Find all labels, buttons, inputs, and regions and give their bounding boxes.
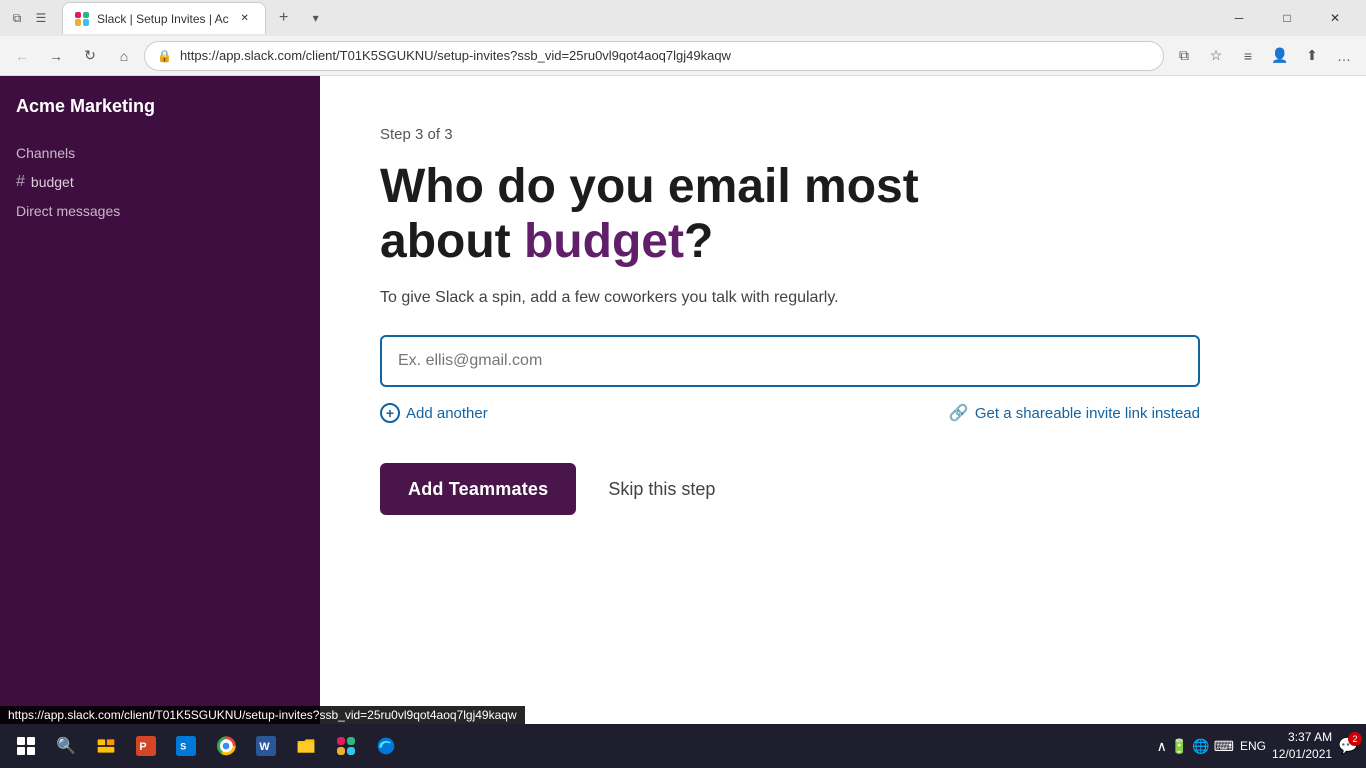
main-content: Step 3 of 3 Who do you email most about …	[320, 76, 1366, 732]
tab-icon-move[interactable]: ☰	[32, 9, 50, 27]
heading-part3: ?	[684, 215, 713, 268]
taskbar-slack-icon[interactable]	[328, 728, 364, 764]
battery-icon: 🔋	[1171, 738, 1188, 755]
start-button[interactable]	[8, 728, 44, 764]
tab-list-button[interactable]: ▾	[302, 4, 330, 32]
heading-highlight: budget	[524, 215, 684, 268]
collections-icon[interactable]: ≡	[1234, 42, 1262, 70]
taskbar-files-icon[interactable]	[288, 728, 324, 764]
url-text: https://app.slack.com/client/T01K5SGUKNU…	[180, 48, 1151, 63]
share-icon[interactable]: ⬆	[1298, 42, 1326, 70]
taskbar-edge-icon[interactable]	[368, 728, 404, 764]
status-bar: https://app.slack.com/client/T01K5SGUKNU…	[0, 706, 525, 724]
status-url: https://app.slack.com/client/T01K5SGUKNU…	[8, 708, 517, 722]
tab-title: Slack | Setup Invites | Ac	[97, 12, 229, 26]
taskbar-powerpoint-icon[interactable]: P	[128, 728, 164, 764]
add-teammates-button[interactable]: Add Teammates	[380, 463, 576, 515]
actions-row: + Add another 🔗 Get a shareable invite l…	[380, 403, 1200, 423]
forward-button[interactable]: →	[42, 42, 70, 70]
invite-link-text: Get a shareable invite link instead	[975, 405, 1200, 422]
svg-text:W: W	[259, 741, 270, 753]
sidebar-channel-budget[interactable]: # budget	[0, 169, 320, 195]
split-view-icon[interactable]: ⧉	[1170, 42, 1198, 70]
network-icon: 🌐	[1192, 738, 1209, 755]
invite-link[interactable]: 🔗 Get a shareable invite link instead	[949, 403, 1200, 423]
channel-name: budget	[31, 174, 74, 190]
chevron-up-icon[interactable]: ∧	[1157, 738, 1167, 755]
sub-text: To give Slack a spin, add a few coworker…	[380, 289, 1306, 307]
workspace-name[interactable]: Acme Marketing	[0, 96, 320, 137]
settings-icon[interactable]: …	[1330, 42, 1358, 70]
keyboard-icon: ⌨	[1214, 738, 1234, 755]
profile-icon[interactable]: 👤	[1266, 42, 1294, 70]
taskbar-search[interactable]: 🔍	[48, 728, 84, 764]
heading-part1: Who do you email most	[380, 160, 919, 213]
heading-part2: about	[380, 215, 524, 268]
hash-icon: #	[16, 173, 25, 191]
refresh-button[interactable]: ↻	[76, 42, 104, 70]
taskbar-word-icon[interactable]: W	[248, 728, 284, 764]
taskbar-date: 12/01/2021	[1272, 746, 1332, 763]
step-label: Step 3 of 3	[380, 126, 1306, 143]
window-controls: ─ □ ✕	[1216, 0, 1358, 36]
add-another-label: Add another	[406, 405, 488, 422]
taskbar-store-icon[interactable]: S	[168, 728, 204, 764]
browser-tab-active[interactable]: Slack | Setup Invites | Ac ✕	[62, 2, 266, 34]
tab-close-button[interactable]: ✕	[237, 11, 253, 27]
taskbar-chrome-icon[interactable]	[208, 728, 244, 764]
main-heading: Who do you email most about budget?	[380, 159, 1306, 269]
notification-button[interactable]: 💬 2	[1338, 736, 1358, 756]
add-another-icon: +	[380, 403, 400, 423]
email-input[interactable]	[380, 335, 1200, 387]
close-button[interactable]: ✕	[1312, 0, 1358, 36]
add-another-link[interactable]: + Add another	[380, 403, 488, 423]
tab-icon-restore[interactable]: ⧉	[8, 9, 26, 27]
direct-messages-label: Direct messages	[0, 195, 320, 227]
taskbar: 🔍 P S W	[0, 724, 1366, 768]
taskbar-system-icons: ∧ 🔋 🌐 ⌨	[1157, 738, 1234, 755]
app-container: Acme Marketing Channels # budget Direct …	[0, 76, 1366, 732]
taskbar-file-explorer-icon[interactable]	[88, 728, 124, 764]
url-bar[interactable]: 🔒 https://app.slack.com/client/T01K5SGUK…	[144, 41, 1164, 71]
lock-icon: 🔒	[157, 49, 172, 63]
taskbar-lang: ENG	[1240, 739, 1266, 753]
slack-favicon-icon	[75, 12, 89, 26]
address-bar: ← → ↻ ⌂ 🔒 https://app.slack.com/client/T…	[0, 36, 1366, 76]
new-tab-button[interactable]: +	[270, 4, 298, 32]
invite-link-label: Get a shareable invite link	[975, 405, 1148, 422]
minimize-button[interactable]: ─	[1216, 0, 1262, 36]
back-button[interactable]: ←	[8, 42, 36, 70]
title-bar-icons: ⧉ ☰	[8, 9, 50, 27]
svg-text:S: S	[180, 741, 186, 751]
link-icon: 🔗	[949, 403, 969, 423]
maximize-button[interactable]: □	[1264, 0, 1310, 36]
title-bar: ⧉ ☰ Slack | Setup Invites | Ac ✕ + ▾ ─ □…	[0, 0, 1366, 36]
home-button[interactable]: ⌂	[110, 42, 138, 70]
sidebar: Acme Marketing Channels # budget Direct …	[0, 76, 320, 732]
svg-text:P: P	[139, 741, 146, 753]
buttons-row: Add Teammates Skip this step	[380, 463, 1306, 515]
notification-badge: 2	[1348, 732, 1362, 746]
taskbar-right: ∧ 🔋 🌐 ⌨ ENG 3:37 AM 12/01/2021 💬 2	[1157, 729, 1358, 763]
skip-step-button[interactable]: Skip this step	[600, 479, 723, 500]
invite-link-suffix: instead	[1147, 405, 1200, 422]
address-bar-right: ⧉ ☆ ≡ 👤 ⬆ …	[1170, 42, 1358, 70]
channels-label: Channels	[0, 137, 320, 169]
favorite-icon[interactable]: ☆	[1202, 42, 1230, 70]
taskbar-time-date: 3:37 AM 12/01/2021	[1272, 729, 1332, 763]
taskbar-time: 3:37 AM	[1272, 729, 1332, 746]
windows-icon	[17, 737, 35, 755]
